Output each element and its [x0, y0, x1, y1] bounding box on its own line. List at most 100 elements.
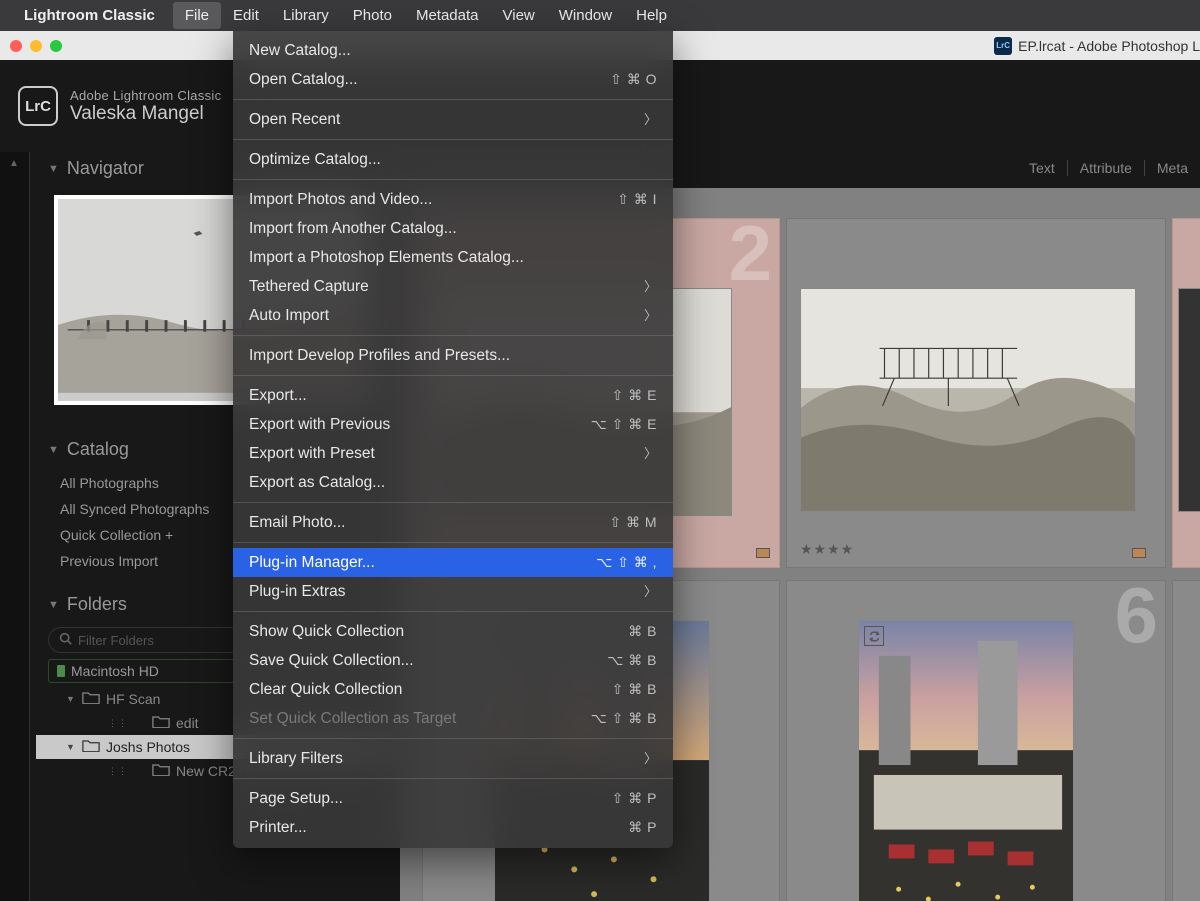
- grid-cell[interactable]: 6: [786, 580, 1166, 901]
- menu-shortcut: ⇧ ⌘ M: [609, 512, 657, 533]
- filter-tab-text[interactable]: Text: [1017, 160, 1067, 176]
- menu-item[interactable]: Printer... ⌘ P: [233, 813, 673, 842]
- menu-item: Set Quick Collection as Target⌥ ⇧ ⌘ B: [233, 704, 673, 733]
- color-label-flag[interactable]: [756, 548, 770, 558]
- menu-item[interactable]: Save Quick Collection... ⌥ ⌘ B: [233, 646, 673, 675]
- menu-shortcut: ⌘ P: [628, 817, 657, 838]
- disclosure-triangle-icon: ▼: [48, 444, 59, 456]
- menu-item-label: Page Setup...: [249, 788, 343, 809]
- menu-item[interactable]: Import a Photoshop Elements Catalog...: [233, 243, 673, 272]
- menu-item-label: Plug-in Manager...: [249, 552, 375, 573]
- thumbnail-frame[interactable]: [800, 288, 1136, 512]
- menu-separator: [233, 502, 673, 503]
- tree-dots-icon: ⋮⋮: [108, 766, 128, 777]
- thumbnail-frame[interactable]: [858, 620, 1074, 901]
- menubar-item-library[interactable]: Library: [271, 2, 341, 29]
- submenu-chevron-icon: 〉: [644, 443, 657, 464]
- menubar-item-edit[interactable]: Edit: [221, 2, 271, 29]
- menu-item-label: Printer...: [249, 817, 307, 838]
- menu-item-label: Export with Preset: [249, 443, 375, 464]
- menu-item[interactable]: Page Setup...⇧ ⌘ P: [233, 784, 673, 813]
- menu-shortcut: ⌥ ⌘ B: [607, 650, 657, 671]
- menu-item[interactable]: Open Recent〉: [233, 105, 673, 134]
- menubar-item-photo[interactable]: Photo: [341, 2, 404, 29]
- menubar-item-help[interactable]: Help: [624, 2, 679, 29]
- window-maximize-button[interactable]: [50, 40, 62, 52]
- menu-separator: [233, 99, 673, 100]
- menu-item[interactable]: Open Catalog... ⇧ ⌘ O: [233, 65, 673, 94]
- menu-item[interactable]: Import Develop Profiles and Presets...: [233, 341, 673, 370]
- file-menu-dropdown: New Catalog... Open Catalog... ⇧ ⌘ O Open R…: [233, 31, 673, 848]
- app-logo-icon: LrC: [18, 86, 58, 126]
- menu-item[interactable]: Import from Another Catalog...: [233, 214, 673, 243]
- menu-shortcut: ⇧ ⌘ B: [612, 679, 657, 700]
- menu-item[interactable]: Library Filters〉: [233, 744, 673, 773]
- thumbnail-image: [859, 621, 1073, 901]
- disclosure-triangle-icon: ▼: [66, 694, 76, 704]
- disclosure-triangle-icon: ▼: [48, 163, 59, 175]
- menubar-app-name[interactable]: Lightroom Classic: [24, 7, 155, 24]
- menu-item[interactable]: Optimize Catalog...: [233, 145, 673, 174]
- menu-separator: [233, 778, 673, 779]
- left-panel-collapse[interactable]: ▲: [0, 152, 30, 901]
- menubar-item-window[interactable]: Window: [547, 2, 624, 29]
- menu-shortcut: ⌘ B: [628, 621, 657, 642]
- menu-item-label: Email Photo...: [249, 512, 346, 533]
- menu-item-label: Import a Photoshop Elements Catalog...: [249, 247, 524, 268]
- grid-cell[interactable]: [1172, 580, 1200, 901]
- folder-filter-placeholder: Filter Folders: [78, 633, 154, 648]
- menu-item[interactable]: Plug-in Manager... ⌥ ⇧ ⌘ ,: [233, 548, 673, 577]
- submenu-chevron-icon: 〉: [644, 276, 657, 297]
- menu-separator: [233, 179, 673, 180]
- menu-item-label: Save Quick Collection...: [249, 650, 414, 671]
- menu-item-label: Auto Import: [249, 305, 329, 326]
- menubar-item-view[interactable]: View: [491, 2, 547, 29]
- grid-cell[interactable]: ★★★★: [786, 218, 1166, 568]
- window-close-button[interactable]: [10, 40, 22, 52]
- submenu-chevron-icon: 〉: [644, 109, 657, 130]
- menu-item[interactable]: Email Photo... ⇧ ⌘ M: [233, 508, 673, 537]
- folder-icon: [82, 739, 100, 755]
- folder-icon: [152, 715, 170, 731]
- window-minimize-button[interactable]: [30, 40, 42, 52]
- folder-label: Joshs Photos: [106, 739, 190, 755]
- thumbnail-frame[interactable]: [1178, 288, 1200, 512]
- filter-tab-attribute[interactable]: Attribute: [1067, 160, 1144, 176]
- menu-item[interactable]: Export with Previous⌥ ⇧ ⌘ E: [233, 410, 673, 439]
- menu-item[interactable]: Show Quick Collection⌘ B: [233, 617, 673, 646]
- grid-cell[interactable]: [1172, 218, 1200, 568]
- color-label-flag[interactable]: [1132, 548, 1146, 558]
- menu-item-label: New Catalog...: [249, 40, 351, 61]
- cell-index: 2: [729, 208, 772, 299]
- menu-shortcut: ⌥ ⇧ ⌘ ,: [596, 552, 657, 573]
- menu-item-label: Open Catalog...: [249, 69, 358, 90]
- library-filter-tabs: TextAttributeMeta: [1017, 160, 1200, 176]
- menubar-item-metadata[interactable]: Metadata: [404, 2, 491, 29]
- app-title-line2: Valeska Mangel: [70, 103, 221, 125]
- mac-menubar: Lightroom Classic FileEditLibraryPhotoMe…: [0, 0, 1200, 31]
- filter-tab-meta[interactable]: Meta: [1144, 160, 1200, 176]
- menu-item[interactable]: Clear Quick Collection ⇧ ⌘ B: [233, 675, 673, 704]
- panel-collapse-icon: ▲: [9, 158, 19, 169]
- menu-item[interactable]: Export as Catalog...: [233, 468, 673, 497]
- menu-item[interactable]: Export with Preset 〉: [233, 439, 673, 468]
- cell-index: 6: [1115, 570, 1158, 661]
- menu-shortcut: ⌥ ⇧ ⌘ E: [591, 414, 657, 435]
- menu-item[interactable]: Auto Import〉: [233, 301, 673, 330]
- menu-item-label: Export as Catalog...: [249, 472, 385, 493]
- menu-item-label: Tethered Capture: [249, 276, 369, 297]
- star-rating[interactable]: ★★★★: [800, 541, 854, 558]
- menu-shortcut: ⇧ ⌘ O: [610, 69, 657, 90]
- menu-item-label: Clear Quick Collection: [249, 679, 402, 700]
- menu-separator: [233, 611, 673, 612]
- menu-item-label: Export...: [249, 385, 307, 406]
- menu-item-label: Plug-in Extras: [249, 581, 345, 602]
- menu-item-label: Import from Another Catalog...: [249, 218, 457, 239]
- submenu-chevron-icon: 〉: [644, 581, 657, 602]
- menu-item[interactable]: Tethered Capture 〉: [233, 272, 673, 301]
- menu-item[interactable]: Plug-in Extras 〉: [233, 577, 673, 606]
- menu-item[interactable]: New Catalog...: [233, 36, 673, 65]
- menu-item[interactable]: Import Photos and Video...⇧ ⌘ I: [233, 185, 673, 214]
- menu-item[interactable]: Export...⇧ ⌘ E: [233, 381, 673, 410]
- menubar-item-file[interactable]: File: [173, 2, 221, 29]
